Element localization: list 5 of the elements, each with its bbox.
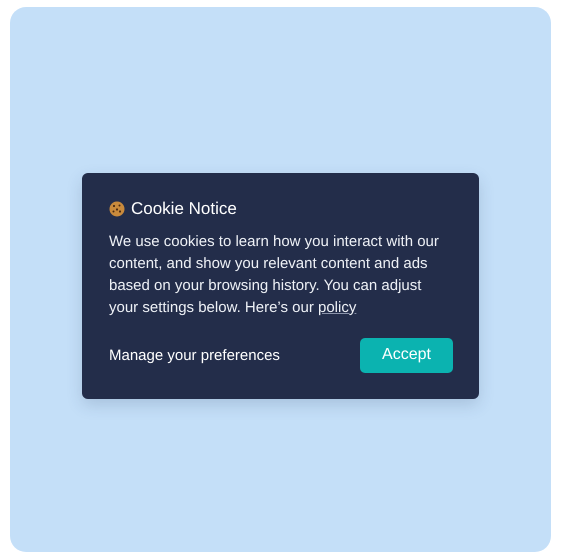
- notice-title: Cookie Notice: [131, 198, 237, 218]
- manage-preferences-link[interactable]: Manage your preferences: [109, 346, 280, 364]
- policy-link[interactable]: policy: [318, 298, 356, 316]
- notice-message: We use cookies to learn how you interact with our content, and show you relevant content and ads based on your browsing history. You can adjust your settings below. Here’s our policy: [109, 232, 440, 318]
- cookie-icon: [109, 200, 125, 216]
